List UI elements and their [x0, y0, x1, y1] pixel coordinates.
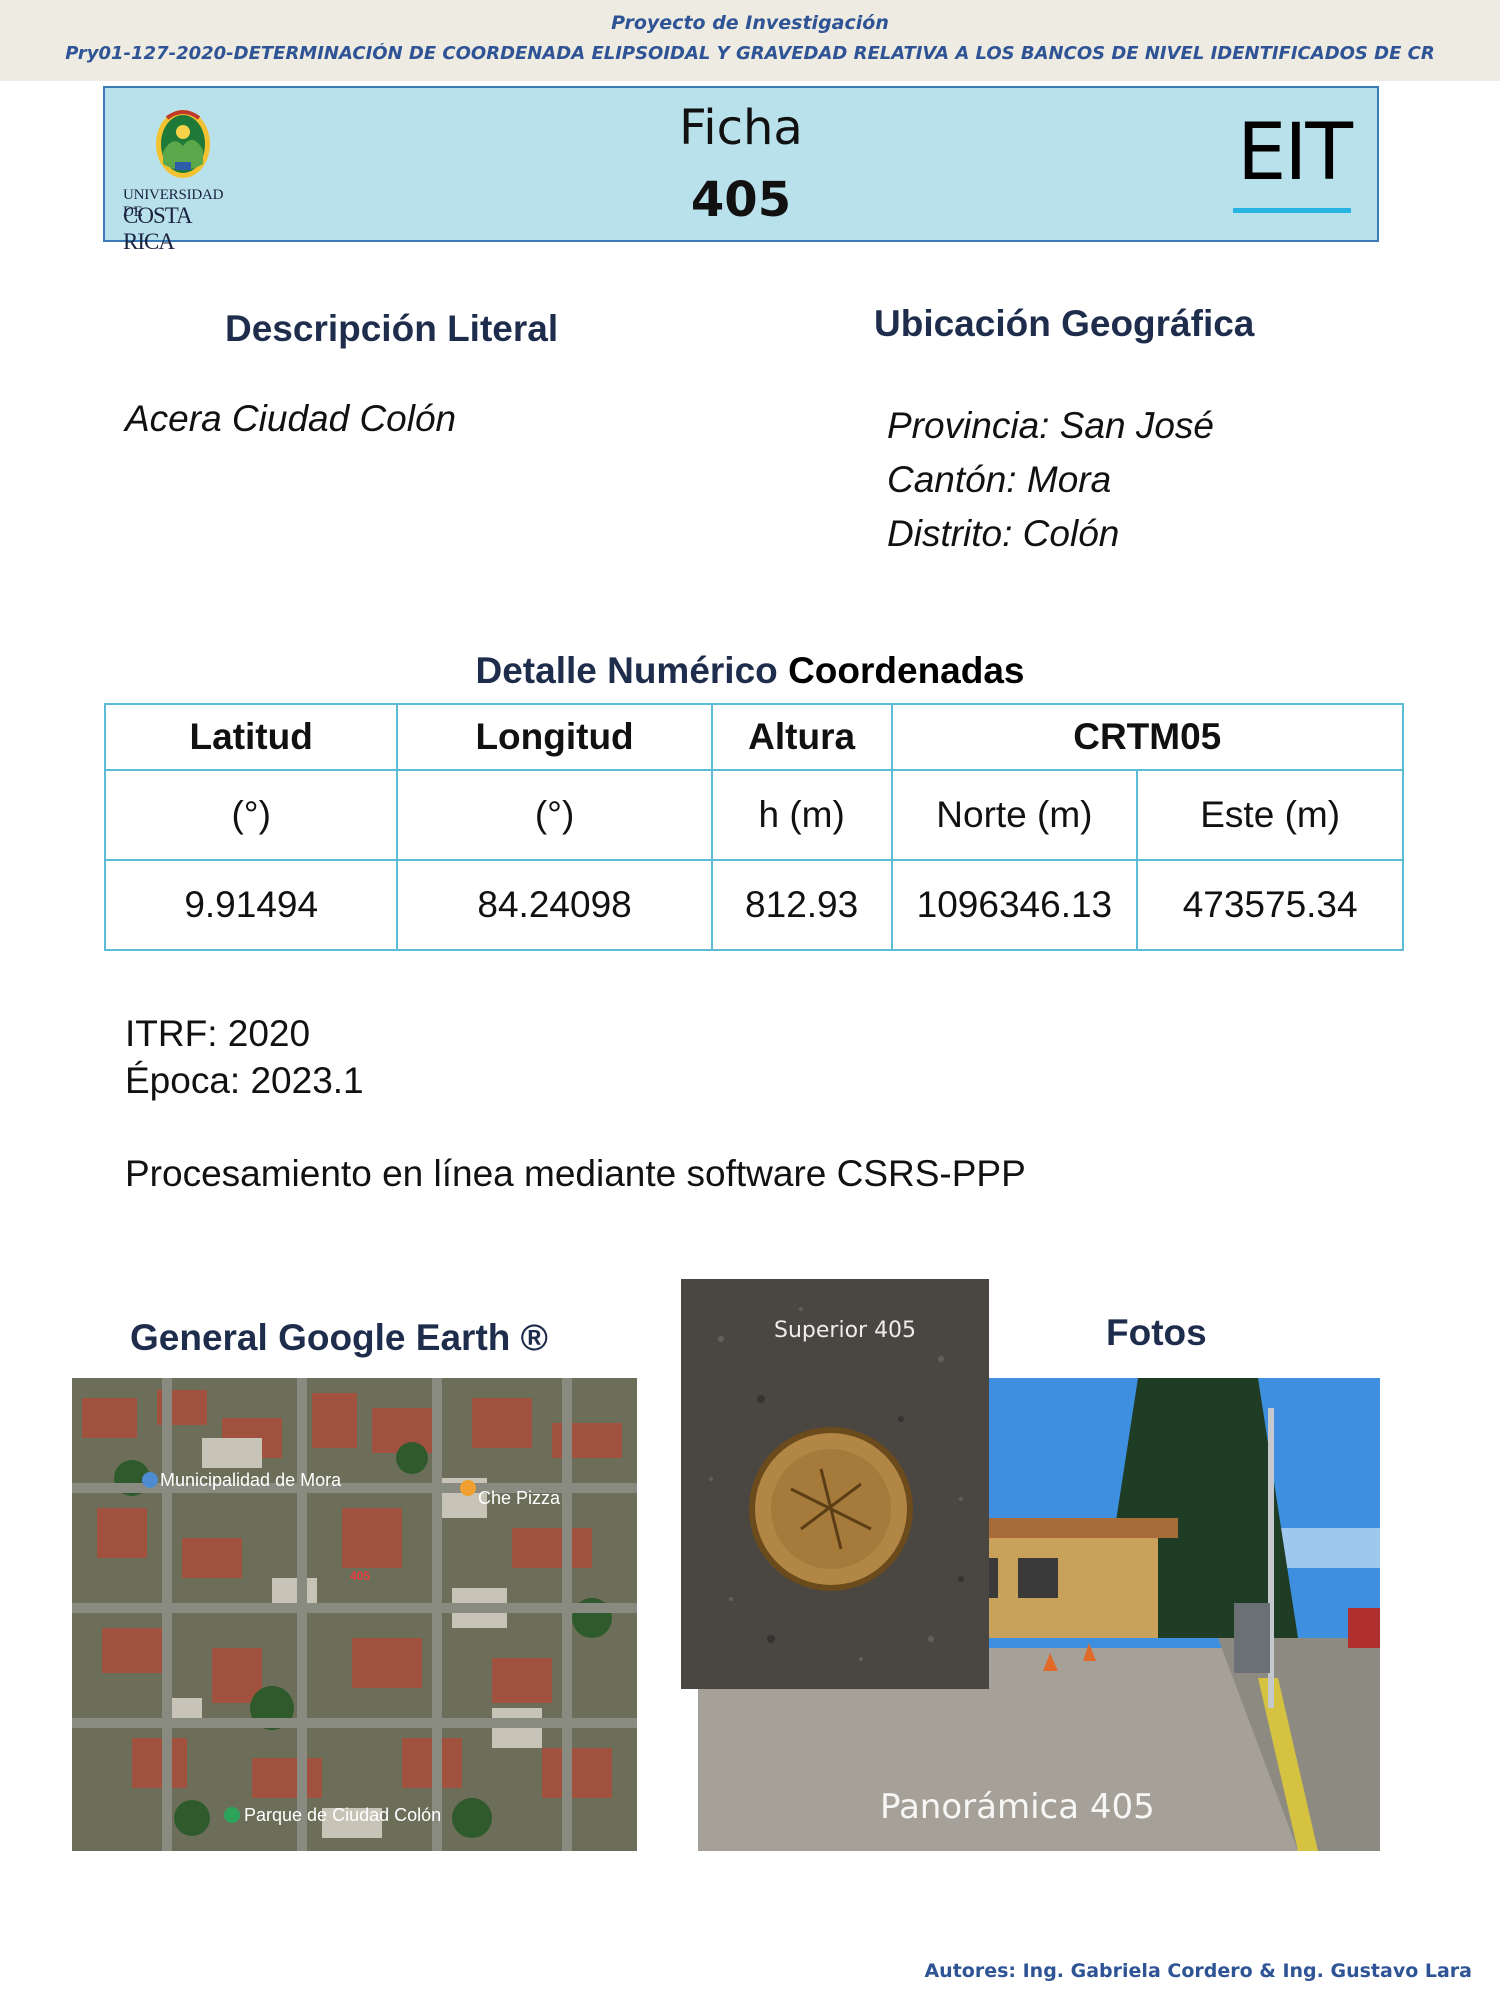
unit-latitud: (°) [103, 769, 399, 861]
value-este: 473575.34 [1136, 859, 1404, 951]
map-label-pizza: Che Pizza [478, 1488, 561, 1508]
value-altura: 812.93 [710, 859, 893, 951]
unit-altura: h (m) [710, 769, 893, 861]
procesamiento-text: Procesamiento en línea mediante software… [125, 1153, 1026, 1194]
table-values-row: 9.91494 84.24098 812.93 1096346.13 47357… [103, 859, 1404, 951]
panoramica-label: Panorámica 405 [880, 1787, 1155, 1827]
ficha-number: 405 [690, 172, 792, 228]
google-earth-title: General Google Earth ® [130, 1317, 548, 1358]
detalle-title: Detalle Numérico Coordenadas [0, 650, 1500, 692]
value-norte: 1096346.13 [890, 859, 1139, 951]
che-pizza-marker-icon [460, 1480, 476, 1496]
ficha-header: UNIVERSIDAD DE COSTA RICA Ficha 405 EIT [103, 86, 1379, 254]
canton-text: Cantón: Mora [887, 459, 1112, 500]
map-label-municipalidad: Municipalidad de Mora [160, 1470, 342, 1490]
eit-logo: EIT [1237, 108, 1353, 198]
unit-longitud: (°) [396, 769, 713, 861]
unit-este: Este (m) [1136, 769, 1404, 861]
descripcion-title: Descripción Literal [225, 308, 559, 349]
header-latitud: Latitud [103, 703, 399, 771]
ubicacion-title: Ubicación Geográfica [874, 303, 1255, 344]
descripcion-text: Acera Ciudad Colón [125, 398, 457, 439]
header-crtm05: CRTM05 [890, 703, 1404, 771]
authors-footer: Autores: Ing. Gabriela Cordero & Ing. Gu… [924, 1960, 1472, 1982]
distrito-text: Distrito: Colón [887, 513, 1120, 554]
table-units-row: (°) (°) h (m) Norte (m) Este (m) [103, 769, 1404, 861]
project-banner: Proyecto de Investigación Pry01-127-2020… [0, 0, 1500, 81]
ficha-label: Ficha [679, 100, 803, 156]
map-label-parque: Parque de Ciudad Colón [244, 1805, 441, 1825]
project-title: Pry01-127-2020-DETERMINACIÓN DE COORDENA… [65, 43, 1435, 64]
municipalidad-marker-icon [142, 1472, 158, 1488]
header-altura: Altura [710, 703, 893, 771]
project-label: Proyecto de Investigación [611, 12, 889, 34]
google-earth-image: Municipalidad de Mora Che Pizza 405 Parq… [72, 1378, 637, 1851]
parque-marker-icon [224, 1807, 240, 1823]
itrf-text: ITRF: 2020 [125, 1013, 311, 1054]
map-label-marker: 405 [350, 1569, 370, 1583]
fotos-title: Fotos [1106, 1312, 1207, 1353]
value-latitud: 9.91494 [103, 859, 399, 951]
coordinates-table: Latitud Longitud Altura CRTM05 (°) (°) h… [103, 703, 1404, 951]
value-longitud: 84.24098 [396, 859, 713, 951]
eit-underline [1233, 208, 1351, 213]
header-longitud: Longitud [396, 703, 713, 771]
epoca-text: Época: 2023.1 [125, 1060, 364, 1101]
detalle-title-part1: Detalle Numérico [475, 650, 778, 691]
superior-label: Superior 405 [774, 1318, 916, 1343]
detalle-title-part2: Coordenadas [788, 650, 1025, 691]
provincia-text: Provincia: San José [887, 405, 1215, 446]
table-header-row: Latitud Longitud Altura CRTM05 [103, 703, 1404, 771]
unit-norte: Norte (m) [890, 769, 1139, 861]
superior-photo: Superior 405 [681, 1279, 989, 1689]
